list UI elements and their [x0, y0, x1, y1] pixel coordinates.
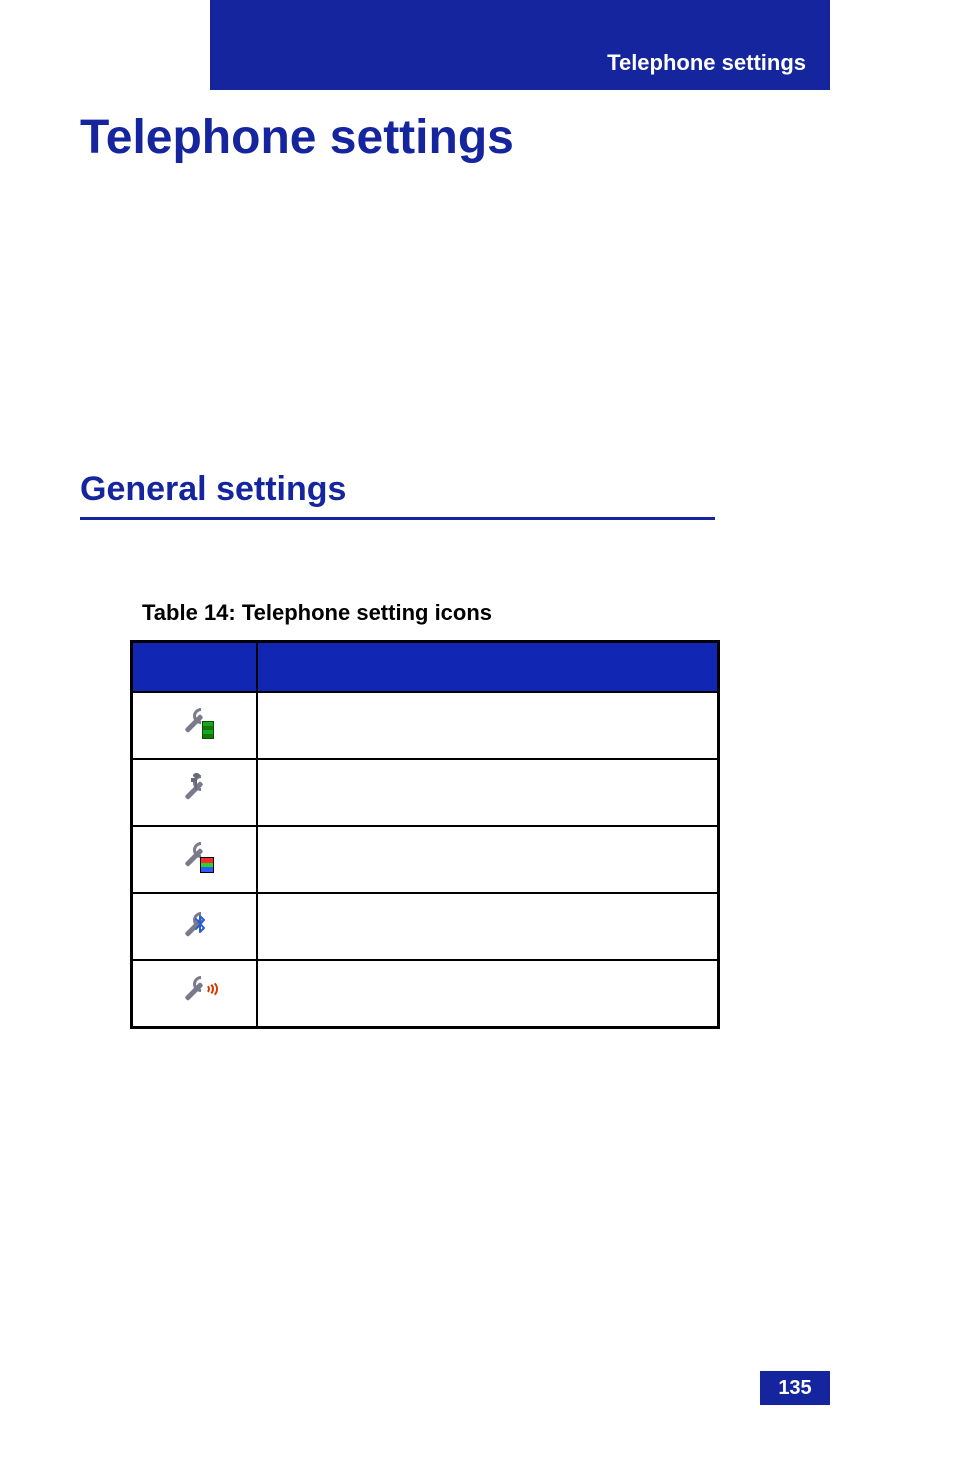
table-cell-description [257, 893, 719, 960]
table-cell-description [257, 960, 719, 1028]
table-caption: Table 14: Telephone setting icons [142, 600, 492, 626]
table-row [132, 893, 719, 960]
wrench-connectivity-icon [180, 977, 208, 1010]
table-row [132, 692, 719, 759]
header-bar: Telephone settings [210, 0, 830, 90]
telephone-setting-icons-table [130, 640, 720, 1029]
running-header: Telephone settings [607, 50, 806, 76]
wrench-palette-icon [180, 843, 208, 876]
table-row [132, 759, 719, 826]
wrench-bluetooth-icon [180, 913, 208, 941]
table-cell-description [257, 759, 719, 826]
table-header-icon [132, 642, 257, 693]
wrench-phone-icon [180, 709, 208, 742]
wrench-note-icon [180, 776, 208, 809]
section-title-general-settings: General settings [80, 470, 715, 520]
table-cell-description [257, 826, 719, 893]
table-header-row [132, 642, 719, 693]
page-number: 135 [760, 1371, 830, 1405]
table-cell-description [257, 692, 719, 759]
table-header-description [257, 642, 719, 693]
table-row [132, 826, 719, 893]
table-row [132, 960, 719, 1028]
page-title: Telephone settings [80, 110, 514, 165]
